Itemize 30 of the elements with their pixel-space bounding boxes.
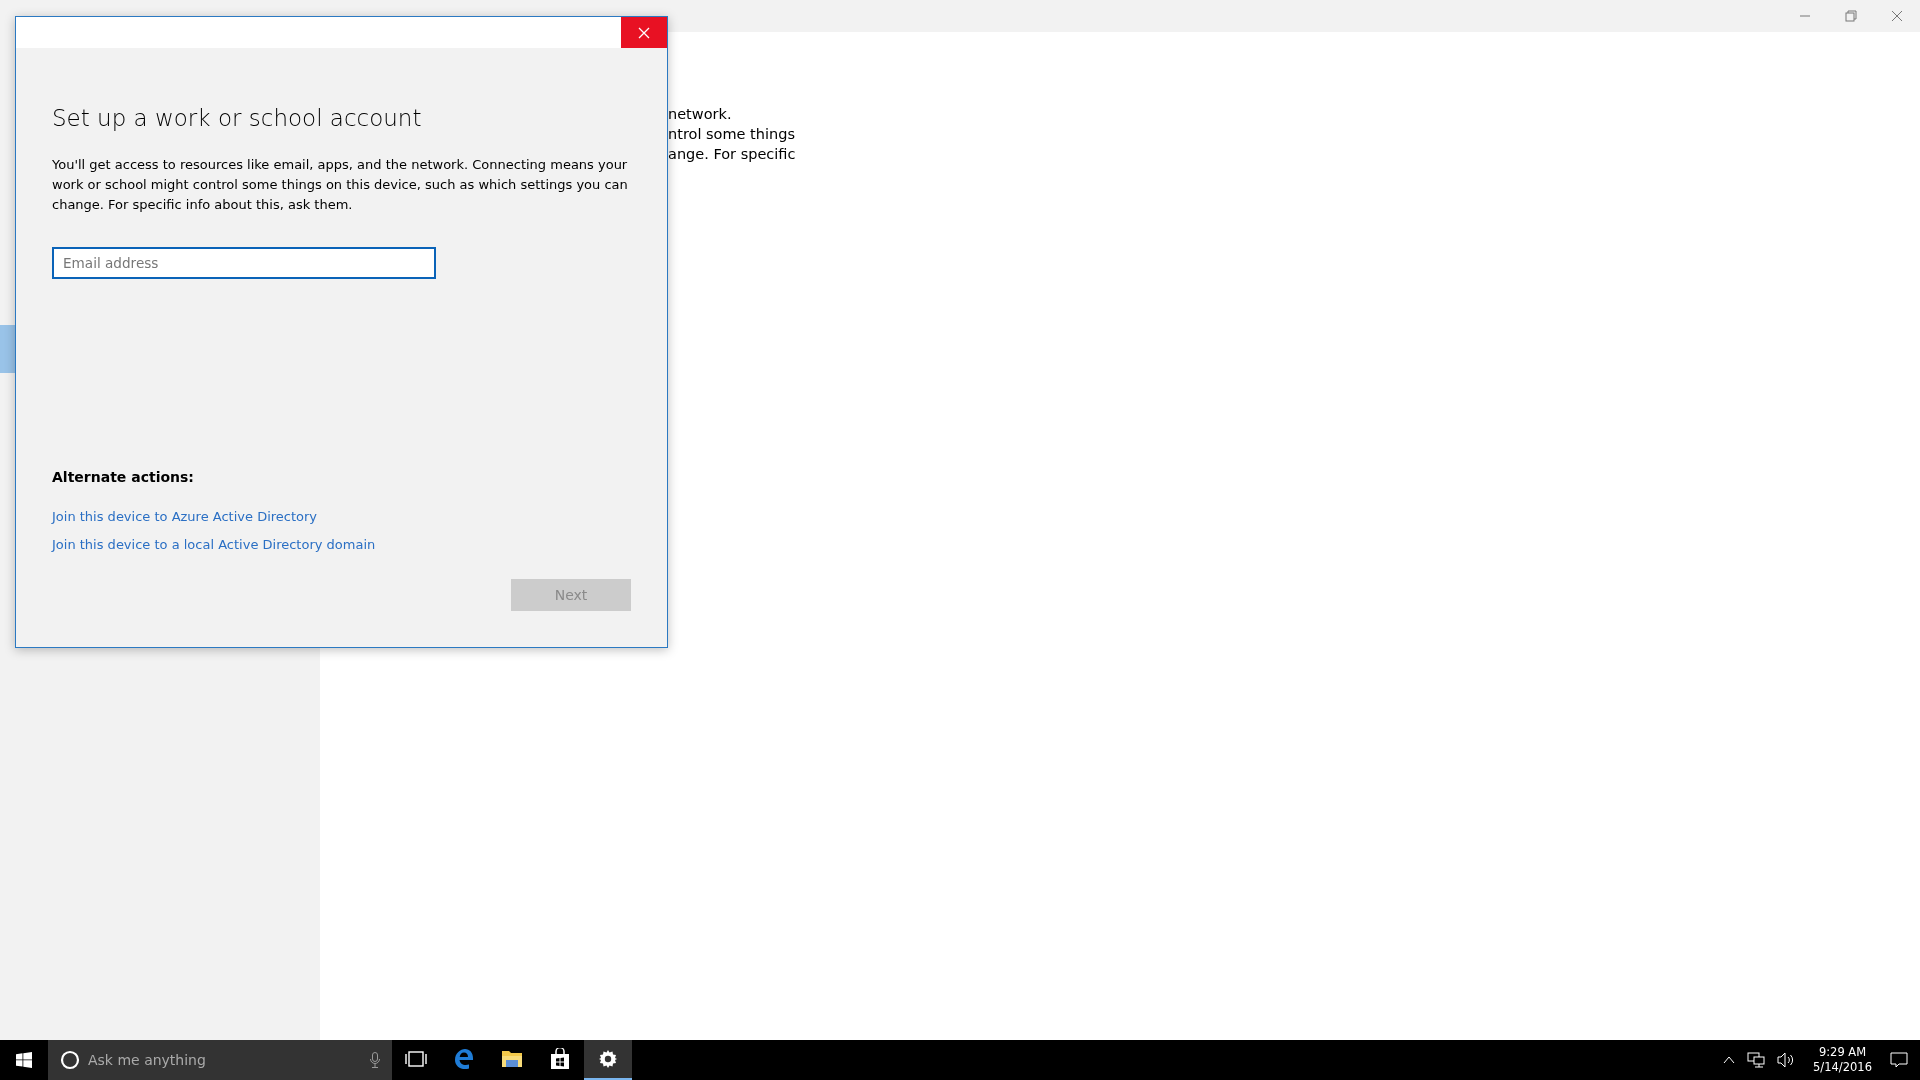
body-text: ntrol some things: [668, 125, 796, 144]
network-icon[interactable]: [1747, 1052, 1766, 1068]
gear-icon: [598, 1049, 618, 1069]
clock[interactable]: 9:29 AM 5/14/2016: [1807, 1045, 1878, 1075]
search-box[interactable]: Ask me anything: [48, 1040, 392, 1080]
notification-icon[interactable]: [1890, 1051, 1908, 1069]
description-text: You'll get access to resources like email, apps, and the network. Connecting means your work or school might control some things on this device, such as which settings you can change. For specific info about this, ask them.: [52, 156, 629, 214]
task-view-icon: [405, 1051, 427, 1067]
body-text: ange. For specific: [668, 145, 797, 164]
clock-date: 5/14/2016: [1813, 1060, 1872, 1075]
dialog-title: Set up a work or school account: [52, 104, 423, 133]
link[interactable]: Join this device to Azure Active Directory: [52, 507, 318, 527]
close-icon: [1891, 10, 1903, 22]
windows-logo-icon: [16, 1052, 32, 1068]
taskbar-app-button[interactable]: [584, 1040, 632, 1080]
close-icon: [638, 26, 650, 39]
shopping-bag-icon: [550, 1048, 570, 1070]
speaker-icon[interactable]: [1777, 1052, 1796, 1068]
email-field[interactable]: Email address: [52, 247, 436, 279]
alternate-actions-heading: Alternate actions:: [52, 468, 195, 487]
microphone-icon[interactable]: [370, 1052, 380, 1068]
search-placeholder: Ask me anything: [88, 1052, 207, 1068]
chevron-up-icon[interactable]: [1723, 1056, 1736, 1064]
link[interactable]: Join this device to a local Active Directory domain: [52, 535, 376, 555]
body-text: network.: [668, 105, 733, 124]
restore-icon: [1845, 10, 1857, 22]
cortana-circle-icon: [60, 1050, 80, 1070]
browser-e-icon: [453, 1048, 475, 1070]
folder-icon: [501, 1049, 523, 1069]
clock-time: 9:29 AM: [1818, 1045, 1867, 1060]
